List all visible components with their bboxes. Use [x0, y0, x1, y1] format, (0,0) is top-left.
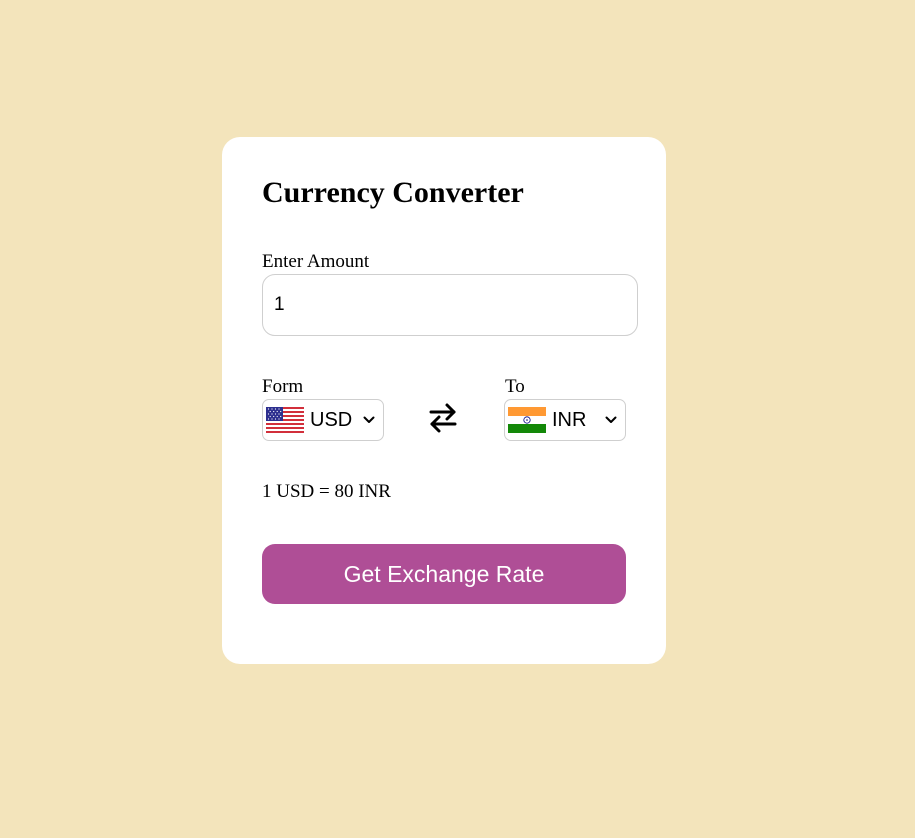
amount-label: Enter Amount: [262, 251, 370, 272]
india-flag-icon: [508, 407, 546, 433]
us-flag-icon: [266, 407, 304, 433]
from-currency-select[interactable]: USD: [262, 399, 384, 441]
page-title: Currency Converter: [262, 176, 524, 209]
exchange-rate-text: 1 USD = 80 INR: [262, 481, 391, 502]
to-currency-select[interactable]: INR: [504, 399, 626, 441]
to-currency-code: INR: [552, 408, 587, 431]
from-currency-code: USD: [310, 408, 353, 431]
converter-card: Currency Converter Enter Amount Form USD: [222, 137, 666, 664]
from-label: Form: [262, 376, 304, 397]
get-exchange-rate-button[interactable]: Get Exchange Rate: [262, 544, 626, 604]
swap-arrows-icon[interactable]: [428, 402, 458, 434]
chevron-down-icon: [605, 416, 617, 423]
amount-input[interactable]: [262, 274, 638, 336]
chevron-down-icon: [363, 416, 375, 423]
to-label: To: [505, 376, 525, 397]
